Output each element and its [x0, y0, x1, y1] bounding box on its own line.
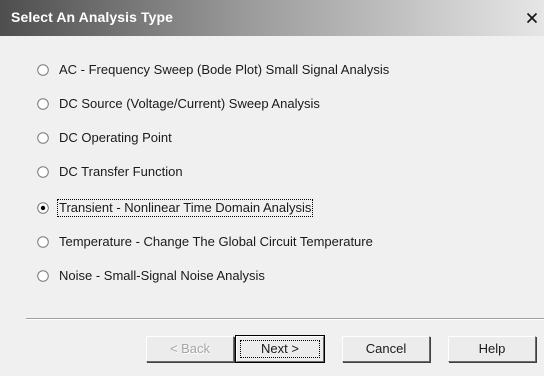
help-button[interactable]: Help: [448, 336, 536, 362]
option-ac-sweep[interactable]: AC - Frequency Sweep (Bode Plot) Small S…: [37, 60, 390, 80]
analysis-type-dialog: Select An Analysis Type AC - Frequency S…: [0, 0, 544, 376]
cancel-button[interactable]: Cancel: [342, 336, 430, 362]
button-area-divider: [26, 318, 544, 320]
option-dc-sweep[interactable]: DC Source (Voltage/Current) Sweep Analys…: [37, 94, 321, 114]
option-temperature[interactable]: Temperature - Change The Global Circuit …: [37, 232, 374, 252]
option-label: DC Transfer Function: [59, 164, 183, 179]
option-label: DC Source (Voltage/Current) Sweep Analys…: [59, 96, 320, 111]
option-dc-operating-point[interactable]: DC Operating Point: [37, 128, 173, 148]
title-bar[interactable]: Select An Analysis Type: [0, 0, 544, 36]
radio-button[interactable]: [37, 166, 49, 178]
close-icon: [526, 12, 538, 24]
option-label: Transient - Nonlinear Time Domain Analys…: [56, 199, 314, 217]
dialog-title: Select An Analysis Type: [11, 9, 174, 25]
radio-button[interactable]: [37, 98, 49, 110]
back-button[interactable]: < Back: [146, 336, 234, 362]
next-button-label: Next >: [237, 337, 323, 361]
close-button[interactable]: [524, 10, 540, 26]
radio-button[interactable]: [37, 132, 49, 144]
radio-button[interactable]: [37, 64, 49, 76]
option-label: Noise - Small-Signal Noise Analysis: [59, 268, 265, 283]
radio-button[interactable]: [37, 270, 49, 282]
option-dc-transfer-function[interactable]: DC Transfer Function: [37, 162, 184, 182]
option-transient[interactable]: Transient - Nonlinear Time Domain Analys…: [37, 198, 314, 218]
option-label: DC Operating Point: [59, 130, 172, 145]
option-noise[interactable]: Noise - Small-Signal Noise Analysis: [37, 266, 266, 286]
next-button[interactable]: Next >: [235, 335, 325, 363]
radio-button[interactable]: [37, 236, 49, 248]
option-label: AC - Frequency Sweep (Bode Plot) Small S…: [59, 62, 390, 77]
option-label: Temperature - Change The Global Circuit …: [59, 234, 373, 249]
radio-button[interactable]: [37, 202, 49, 214]
